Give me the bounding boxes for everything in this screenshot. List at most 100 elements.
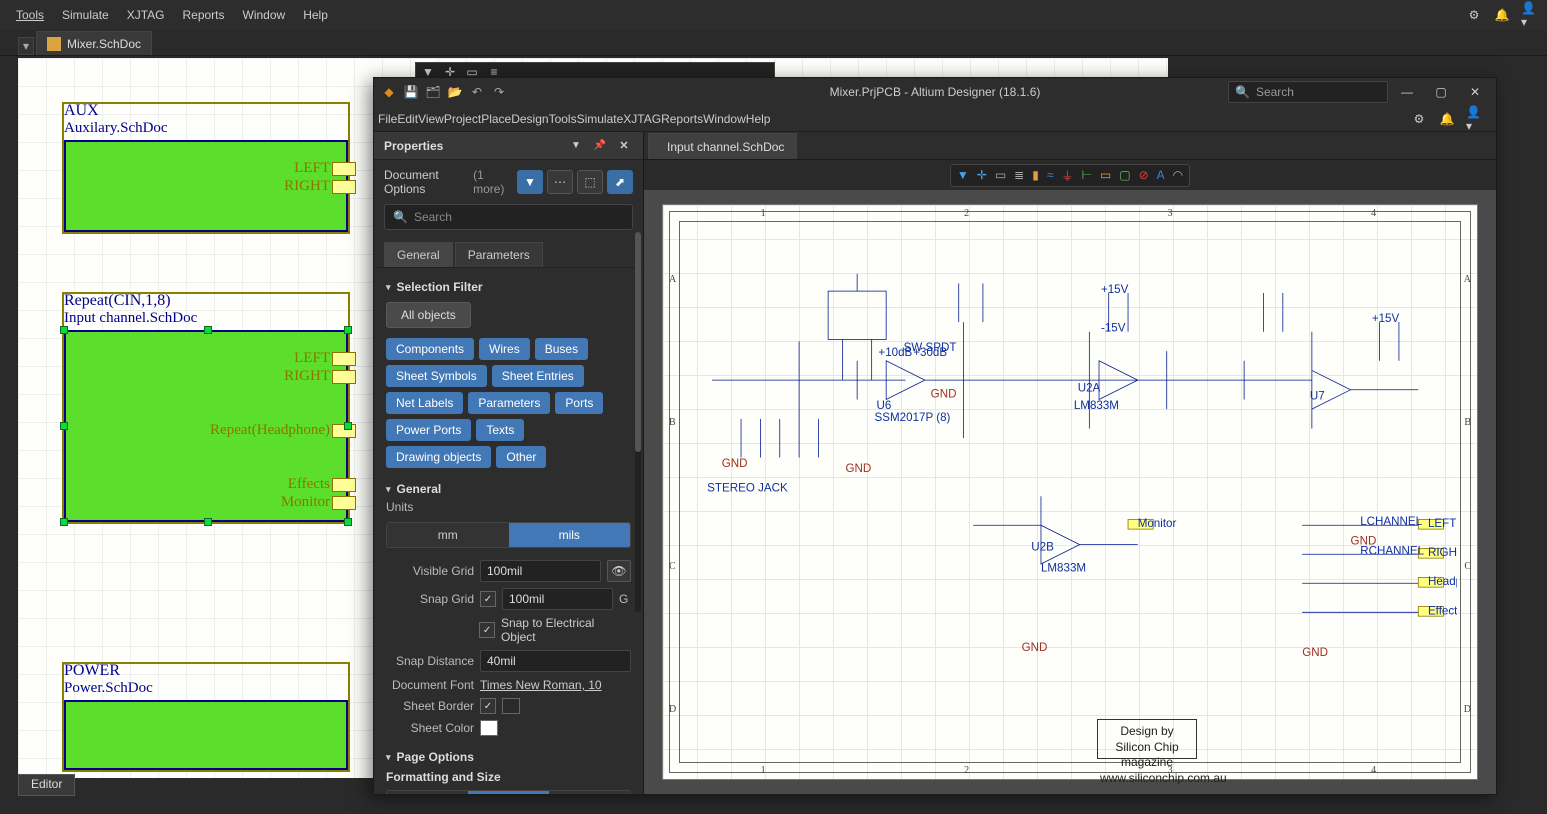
port-monitor[interactable]: Monitor: [281, 494, 356, 511]
user-icon[interactable]: 👤▾: [1521, 6, 1539, 24]
text-icon[interactable]: A: [1157, 168, 1165, 182]
pick-select-icon[interactable]: ⬚: [577, 170, 603, 194]
fmt-standard-button[interactable]: Standard: [468, 791, 549, 794]
redo-icon[interactable]: ↷: [490, 83, 508, 101]
visible-grid-input[interactable]: 100mil: [480, 560, 601, 582]
filter-power-ports[interactable]: Power Ports: [386, 419, 471, 441]
save-icon[interactable]: 💾: [402, 83, 420, 101]
pick-cursor-icon[interactable]: ⬈: [607, 170, 633, 194]
close-panel-icon[interactable]: ✕: [615, 137, 633, 155]
section-page-options[interactable]: Page Options: [374, 742, 643, 768]
gear-icon[interactable]: ⚙: [1410, 110, 1428, 128]
maximize-button[interactable]: ▢: [1426, 81, 1456, 103]
section-general[interactable]: General: [374, 474, 643, 500]
filter-parameters[interactable]: Parameters: [468, 392, 550, 414]
fmt-custom-button[interactable]: Custom: [549, 791, 630, 794]
fg-menu-file[interactable]: File: [378, 112, 397, 126]
open-project-icon[interactable]: 🗂: [424, 83, 442, 101]
fg-menu-edit[interactable]: Edit: [397, 112, 418, 126]
minimize-button[interactable]: —: [1392, 81, 1422, 103]
filter-buses[interactable]: Buses: [535, 338, 588, 360]
bell-icon[interactable]: 🔔: [1438, 110, 1456, 128]
bg-menu-tools[interactable]: Tools: [8, 4, 52, 26]
schematic-sheet[interactable]: 1 2 3 4 1 2 3 4 A B C D A B C D: [662, 204, 1478, 780]
fg-titlebar[interactable]: ◆ 💾 🗂 📂 ↶ ↷ Mixer.PrjPCB - Altium Design…: [374, 78, 1496, 106]
doc-tab-input-channel[interactable]: Input channel.SchDoc: [648, 133, 797, 159]
selection-handle[interactable]: [60, 518, 68, 526]
tab-parameters[interactable]: Parameters: [455, 242, 543, 267]
sheet-border-color-swatch[interactable]: [502, 698, 520, 714]
filter-net-labels[interactable]: Net Labels: [386, 392, 463, 414]
sheet-color-swatch[interactable]: [480, 720, 498, 736]
fg-menu-tools[interactable]: Tools: [549, 112, 577, 126]
fg-menu-project[interactable]: Project: [444, 112, 481, 126]
filter-other[interactable]: Other: [496, 446, 546, 468]
snap-grid-input[interactable]: 100mil: [502, 588, 613, 610]
fg-menu-xjtag[interactable]: XJTAG: [623, 112, 661, 126]
visible-grid-toggle-icon[interactable]: 👁: [607, 560, 631, 582]
bg-menu-window[interactable]: Window: [235, 4, 294, 26]
properties-scrollbar[interactable]: [635, 232, 641, 612]
user-icon[interactable]: 👤▾: [1466, 110, 1484, 128]
units-mm-button[interactable]: mm: [387, 523, 509, 547]
fg-menu-design[interactable]: Design: [511, 112, 548, 126]
arc-icon[interactable]: ◠: [1173, 168, 1183, 182]
app-logo-icon[interactable]: ◆: [380, 83, 398, 101]
more-options-icon[interactable]: ⋯: [547, 170, 573, 194]
component-icon[interactable]: ▮: [1032, 168, 1039, 182]
bell-icon[interactable]: 🔔: [1493, 6, 1511, 24]
undo-icon[interactable]: ↶: [468, 83, 486, 101]
all-objects-button[interactable]: All objects: [386, 302, 471, 328]
port-headphone[interactable]: Repeat(Headphone): [210, 422, 356, 439]
tab-minimize-icon[interactable]: ▾: [18, 37, 34, 55]
close-button[interactable]: ✕: [1460, 81, 1490, 103]
port-right[interactable]: RIGHT: [284, 368, 356, 385]
no-erc-icon[interactable]: ⊘: [1139, 168, 1149, 182]
selection-handle[interactable]: [204, 326, 212, 334]
filter-wires[interactable]: Wires: [479, 338, 530, 360]
fg-menu-reports[interactable]: Reports: [661, 112, 703, 126]
sheet-symbol-icon[interactable]: ▢: [1119, 168, 1130, 182]
crosshair-icon[interactable]: ✛: [977, 168, 987, 182]
bg-document-tab[interactable]: Mixer.SchDoc: [36, 31, 152, 55]
open-folder-icon[interactable]: 📂: [446, 83, 464, 101]
snap-distance-input[interactable]: 40mil: [480, 650, 631, 672]
snap-electrical-checkbox[interactable]: ✓: [479, 622, 495, 638]
global-search-input[interactable]: 🔍 Search: [1228, 81, 1388, 103]
fg-menu-view[interactable]: View: [418, 112, 444, 126]
port-effects[interactable]: Effects: [288, 476, 356, 493]
sheet-symbol-aux[interactable]: AUX Auxilary.SchDoc LEFT RIGHT: [62, 102, 350, 234]
port-right[interactable]: RIGHT: [284, 178, 356, 195]
filter-drawing-objects[interactable]: Drawing objects: [386, 446, 491, 468]
align-icon[interactable]: ≣: [1014, 168, 1024, 182]
fg-menu-simulate[interactable]: Simulate: [577, 112, 624, 126]
document-font-link[interactable]: Times New Roman, 10: [480, 678, 602, 692]
units-mils-button[interactable]: mils: [509, 523, 631, 547]
sheet-symbol-input[interactable]: Repeat(CIN,1,8) Input channel.SchDoc LEF…: [62, 292, 350, 524]
pin-icon[interactable]: 📌: [591, 137, 609, 155]
selection-handle[interactable]: [344, 422, 352, 430]
selection-handle[interactable]: [344, 518, 352, 526]
scrollbar-thumb[interactable]: [635, 232, 641, 452]
port-left[interactable]: LEFT: [294, 350, 356, 367]
fg-menu-help[interactable]: Help: [746, 112, 771, 126]
selection-handle[interactable]: [60, 422, 68, 430]
select-rect-icon[interactable]: ▭: [995, 168, 1006, 182]
bg-menu-help[interactable]: Help: [295, 4, 336, 26]
wire-icon[interactable]: ≈: [1047, 168, 1054, 182]
filter-sheet-symbols[interactable]: Sheet Symbols: [386, 365, 487, 387]
bg-menu-xjtag[interactable]: XJTAG: [119, 4, 173, 26]
properties-search-input[interactable]: 🔍 Search: [384, 204, 633, 230]
sheet-border-checkbox[interactable]: ✓: [480, 698, 496, 714]
properties-content[interactable]: Selection Filter All objects Components …: [374, 268, 643, 794]
editor-view-tab[interactable]: Editor: [18, 774, 75, 796]
sheet-symbol-power[interactable]: POWER Power.SchDoc: [62, 662, 350, 772]
filter-components[interactable]: Components: [386, 338, 474, 360]
filter-ports[interactable]: Ports: [555, 392, 603, 414]
filter-funnel-icon[interactable]: ▼: [957, 168, 969, 182]
port-icon[interactable]: ▭: [1100, 168, 1111, 182]
fmt-template-button[interactable]: Template: [387, 791, 468, 794]
port-left[interactable]: LEFT: [294, 160, 356, 177]
section-selection-filter[interactable]: Selection Filter: [374, 272, 643, 298]
snap-grid-checkbox[interactable]: ✓: [480, 591, 496, 607]
